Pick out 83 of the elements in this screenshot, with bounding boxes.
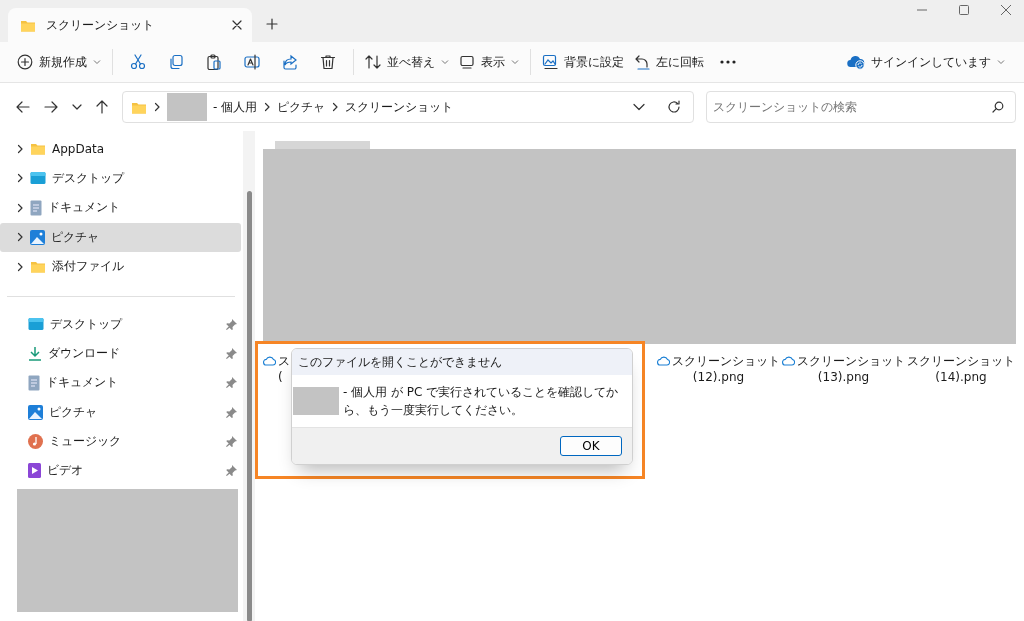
- tree-item[interactable]: AppData: [0, 134, 241, 164]
- file-name[interactable]: スクリーンショット: [907, 353, 1015, 369]
- breadcrumb[interactable]: - 個人用: [213, 98, 258, 116]
- expand-icon: [16, 232, 24, 243]
- tree-item[interactable]: デスクトップ: [0, 163, 241, 193]
- back-icon[interactable]: [16, 101, 30, 113]
- tree-item[interactable]: ピクチャ: [0, 222, 241, 252]
- scrollbar-thumb[interactable]: [246, 191, 252, 621]
- ok-button[interactable]: OK: [560, 436, 622, 456]
- up-icon[interactable]: [96, 100, 108, 114]
- new-button[interactable]: 新規作成: [12, 49, 106, 75]
- maximize-icon[interactable]: [958, 4, 970, 16]
- breadcrumb[interactable]: スクリーンショット: [345, 98, 454, 116]
- file-name[interactable]: (13).png: [817, 369, 870, 385]
- dialog-title: このファイルを開くことができません: [292, 349, 632, 375]
- copy-icon[interactable]: [168, 54, 184, 70]
- pictures-icon: [30, 229, 45, 245]
- address-bar[interactable]: - 個人用 ピクチャ スクリーンショット: [122, 91, 694, 123]
- sort-button[interactable]: 並べ替え: [360, 49, 454, 75]
- refresh-icon[interactable]: [667, 100, 681, 114]
- caret-icon: [441, 59, 449, 65]
- sort-icon: [365, 54, 381, 70]
- file-name[interactable]: スクリーンショット: [797, 353, 905, 369]
- close-icon[interactable]: [232, 20, 242, 30]
- account-button[interactable]: サインインしています: [842, 49, 1010, 75]
- document-icon: [30, 199, 42, 216]
- folder-icon: [30, 141, 46, 157]
- chevron-icon: [331, 102, 340, 112]
- file-name[interactable]: (12).png: [692, 369, 745, 385]
- search-icon[interactable]: [992, 101, 1004, 113]
- share-icon[interactable]: [282, 54, 298, 70]
- tree-item[interactable]: ドキュメント: [0, 193, 241, 223]
- chevron-icon: [153, 102, 161, 112]
- video-icon: [28, 463, 41, 479]
- pictures-icon: [28, 404, 43, 420]
- desktop-icon: [30, 171, 46, 186]
- image-screen-icon: [542, 54, 558, 70]
- breadcrumb[interactable]: ピクチャ: [277, 98, 326, 116]
- expand-icon: [16, 202, 24, 213]
- file-name[interactable]: スクリーンショット: [672, 353, 780, 369]
- monitor-icon: [459, 54, 475, 70]
- caret-icon: [93, 59, 101, 65]
- quick-access-item[interactable]: ミュージック: [0, 426, 243, 456]
- trash-icon[interactable]: [320, 54, 336, 70]
- new-tab-icon[interactable]: [266, 18, 278, 30]
- quick-access-item[interactable]: デスクトップ: [0, 309, 243, 339]
- caret-icon: [511, 59, 519, 65]
- file-name[interactable]: (14).png: [935, 369, 987, 385]
- quick-access-item[interactable]: ピクチャ: [0, 397, 243, 427]
- plus-circle-icon: [17, 54, 33, 70]
- chevron-down-icon[interactable]: [633, 103, 645, 111]
- cloud-sync-icon: [847, 54, 865, 70]
- tree-item[interactable]: 添付ファイル: [0, 252, 241, 282]
- document-icon: [28, 374, 40, 391]
- download-icon: [28, 345, 42, 361]
- expand-icon: [16, 173, 24, 184]
- forward-icon[interactable]: [44, 101, 58, 113]
- chevron-down-icon[interactable]: [72, 103, 82, 111]
- desktop-icon: [28, 317, 44, 332]
- rotate-left-button[interactable]: 左に回転: [629, 49, 709, 75]
- dialog-message: - 個人用 が PC で実行されていることを確認してから、もう一度実行してください。: [343, 384, 620, 419]
- clipboard-icon[interactable]: [206, 54, 222, 70]
- music-icon: [28, 433, 43, 449]
- tab-title: スクリーンショット: [46, 16, 155, 34]
- quick-access-item[interactable]: ビデオ: [0, 456, 243, 486]
- rotate-icon: [634, 54, 650, 70]
- view-button[interactable]: 表示: [454, 49, 524, 75]
- caret-icon: [997, 59, 1005, 65]
- quick-access-item[interactable]: ダウンロード: [0, 338, 243, 369]
- set-background-button[interactable]: 背景に設定: [537, 49, 629, 75]
- chevron-icon: [263, 102, 272, 112]
- quick-access-item[interactable]: ドキュメント: [0, 368, 243, 398]
- rename-icon[interactable]: [244, 54, 260, 70]
- scrollbar[interactable]: [243, 131, 255, 621]
- tab[interactable]: スクリーンショット: [8, 8, 252, 42]
- scissors-icon[interactable]: [130, 54, 146, 70]
- file-name[interactable]: ス: [278, 353, 290, 369]
- file-name[interactable]: (: [263, 369, 283, 385]
- expand-icon: [16, 261, 24, 272]
- more-icon[interactable]: [720, 60, 736, 64]
- expand-icon: [16, 143, 24, 154]
- folder-icon: [30, 259, 46, 275]
- search-field[interactable]: スクリーンショットの検索: [706, 91, 1016, 123]
